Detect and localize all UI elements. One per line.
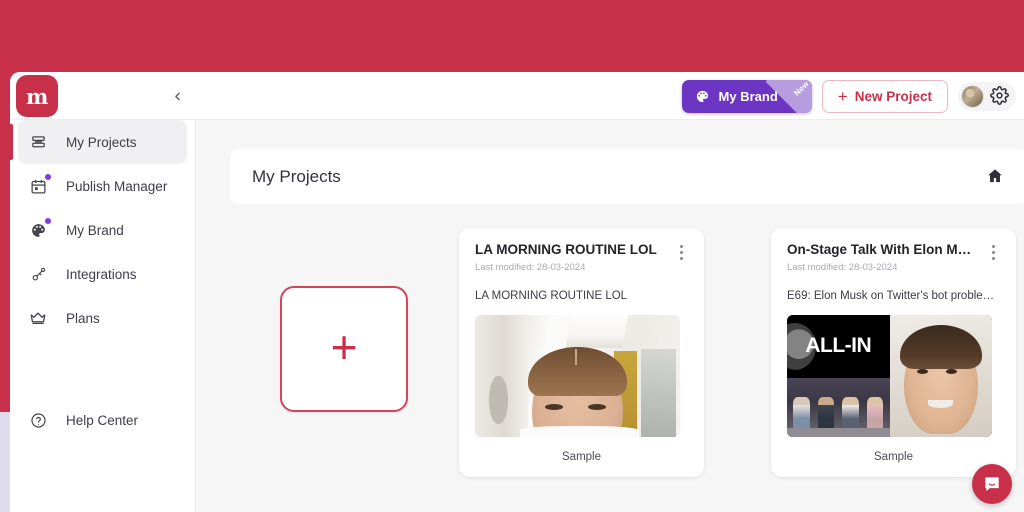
project-card-header: On-Stage Talk With Elon Musk Last modifi… <box>787 242 1000 273</box>
chevron-left-icon[interactable] <box>165 84 189 108</box>
app-logo-m[interactable]: m <box>16 75 58 117</box>
sidebar-item-label: Help Center <box>66 412 139 428</box>
my-brand-button[interactable]: My Brand New <box>681 79 812 113</box>
main-content: My Projects + LA MORNING ROUTINE LOL Las… <box>196 120 1024 512</box>
palette-icon <box>28 218 51 240</box>
crown-icon <box>28 308 48 328</box>
notification-dot <box>45 218 51 224</box>
all-in-podcast-split-image: ALL-IN <box>787 314 992 437</box>
projects-grid: + LA MORNING ROUTINE LOL Last modified: … <box>230 228 1016 477</box>
my-brand-button-label: My Brand <box>718 88 778 104</box>
sidebar-item-label: Plans <box>66 310 100 326</box>
project-card-footer: Sample <box>874 450 913 463</box>
help-circle-icon <box>28 410 48 430</box>
sidebar-item-my-projects[interactable]: My Projects <box>10 120 187 164</box>
project-card[interactable]: On-Stage Talk With Elon Musk Last modifi… <box>771 228 1016 477</box>
project-card-footer: Sample <box>562 450 601 463</box>
page-header: My Projects <box>230 149 1024 204</box>
sidebar-item-publish-manager[interactable]: Publish Manager <box>18 164 187 208</box>
sidebar-item-help-center[interactable]: Help Center <box>18 398 187 442</box>
project-thumbnail[interactable] <box>475 314 680 437</box>
selfie-bright-room-image <box>475 314 680 437</box>
sidebar-item-integrations[interactable]: Integrations <box>18 252 187 296</box>
sidebar-item-label: My Brand <box>66 222 124 238</box>
project-card-header: LA MORNING ROUTINE LOL Last modified: 28… <box>475 242 688 273</box>
new-project-button[interactable]: + New Project <box>821 79 948 113</box>
create-new-project-card[interactable]: + <box>280 286 408 412</box>
project-card[interactable]: LA MORNING ROUTINE LOL Last modified: 28… <box>459 228 704 477</box>
project-card-title: LA MORNING ROUTINE LOL <box>475 242 657 257</box>
kebab-menu-icon[interactable] <box>986 242 1000 260</box>
project-card-title: On-Stage Talk With Elon Musk <box>787 242 977 257</box>
palette-icon <box>695 89 710 104</box>
sidebar-item-label: My Projects <box>66 134 137 150</box>
plus-icon: + <box>837 86 848 106</box>
plug-icon <box>28 264 48 284</box>
sidebar-item-my-brand[interactable]: My Brand <box>18 208 187 252</box>
thumbnail-logo-text: ALL-IN <box>805 334 872 358</box>
project-card-subtitle: LA MORNING ROUTINE LOL <box>475 289 628 302</box>
projects-icon <box>28 132 48 152</box>
user-settings-pill[interactable] <box>958 81 1016 111</box>
notification-dot <box>45 174 51 180</box>
sidebar-item-plans[interactable]: Plans <box>18 296 187 340</box>
plus-icon: + <box>330 321 358 373</box>
sidebar-item-label: Publish Manager <box>66 178 168 194</box>
project-card-modified: Last modified: 28-03-2024 <box>787 261 898 273</box>
kebab-menu-icon[interactable] <box>674 242 688 260</box>
new-project-button-label: New Project <box>854 88 932 104</box>
home-icon[interactable] <box>986 167 1005 186</box>
top-bar-actions: My Brand New + New Project <box>681 72 1016 120</box>
project-card-subtitle: E69: Elon Musk on Twitter's bot problem,… <box>787 289 1000 302</box>
calendar-icon <box>28 174 51 196</box>
sidebar: My Projects Publish Manager My Brand Int… <box>10 120 196 512</box>
sidebar-item-label: Integrations <box>66 266 137 282</box>
user-avatar[interactable] <box>961 84 984 108</box>
gear-icon[interactable] <box>990 86 1010 106</box>
page-title: My Projects <box>252 166 341 186</box>
chat-bubble-icon[interactable] <box>972 464 1012 504</box>
top-bar: m My Brand New + New Project <box>10 72 1024 120</box>
project-thumbnail[interactable]: ALL-IN <box>787 314 992 437</box>
project-card-modified: Last modified: 28-03-2024 <box>475 261 586 273</box>
app-window: m My Brand New + New Project My Projects… <box>10 72 1024 512</box>
